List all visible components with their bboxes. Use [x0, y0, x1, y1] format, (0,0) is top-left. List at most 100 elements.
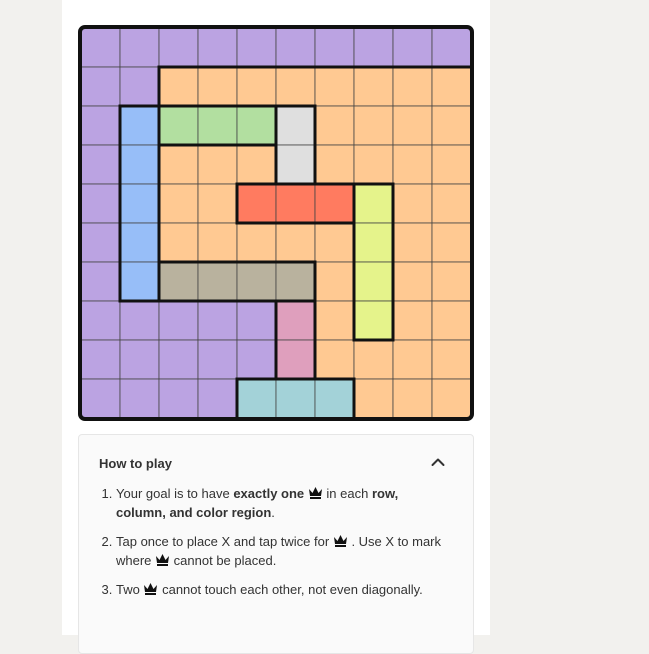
board-cell[interactable] — [158, 27, 199, 68]
board-cell[interactable] — [275, 27, 316, 68]
board-cell[interactable] — [119, 183, 160, 224]
board-cell[interactable] — [197, 339, 238, 380]
board-cell[interactable] — [431, 339, 472, 380]
board-cell[interactable] — [236, 339, 277, 380]
board-cell[interactable] — [80, 66, 121, 107]
board-cell[interactable] — [158, 66, 199, 107]
board-cell[interactable] — [275, 183, 316, 224]
board-cell[interactable] — [158, 300, 199, 341]
board-cell[interactable] — [314, 378, 355, 419]
board-cell[interactable] — [80, 183, 121, 224]
board-cell[interactable] — [431, 105, 472, 146]
board-cell[interactable] — [431, 66, 472, 107]
board-cell[interactable] — [392, 66, 433, 107]
board-cell[interactable] — [353, 339, 394, 380]
board-cell[interactable] — [392, 222, 433, 263]
board-cell[interactable] — [236, 261, 277, 302]
board-cell[interactable] — [197, 261, 238, 302]
board-cell[interactable] — [158, 222, 199, 263]
board-cell[interactable] — [236, 105, 277, 146]
board-cell[interactable] — [392, 300, 433, 341]
board-cell[interactable] — [158, 105, 199, 146]
board-cell[interactable] — [158, 378, 199, 419]
board-cell[interactable] — [431, 261, 472, 302]
board-cell[interactable] — [197, 66, 238, 107]
board-cell[interactable] — [119, 105, 160, 146]
board-cell[interactable] — [392, 339, 433, 380]
board-cell[interactable] — [314, 144, 355, 185]
board-cell[interactable] — [80, 339, 121, 380]
board-cell[interactable] — [158, 339, 199, 380]
board-cell[interactable] — [119, 222, 160, 263]
board-cell[interactable] — [158, 261, 199, 302]
board-cell[interactable] — [353, 66, 394, 107]
board-cell[interactable] — [275, 339, 316, 380]
board-cell[interactable] — [197, 183, 238, 224]
board-cell[interactable] — [236, 144, 277, 185]
board-cell[interactable] — [353, 261, 394, 302]
board-cell[interactable] — [314, 183, 355, 224]
board-cell[interactable] — [275, 144, 316, 185]
board-cell[interactable] — [431, 222, 472, 263]
board-cell[interactable] — [158, 144, 199, 185]
board-cell[interactable] — [80, 378, 121, 419]
queens-board[interactable] — [78, 25, 474, 421]
board-cell[interactable] — [80, 27, 121, 68]
board-cell[interactable] — [197, 144, 238, 185]
board-cell[interactable] — [119, 261, 160, 302]
board-cell[interactable] — [431, 378, 472, 419]
board-cell[interactable] — [158, 183, 199, 224]
board-cell[interactable] — [314, 261, 355, 302]
board-cell[interactable] — [275, 222, 316, 263]
board-cell[interactable] — [80, 300, 121, 341]
board-cell[interactable] — [197, 222, 238, 263]
board-cell[interactable] — [197, 378, 238, 419]
board-cell[interactable] — [353, 27, 394, 68]
board-cell[interactable] — [431, 300, 472, 341]
board-cell[interactable] — [197, 27, 238, 68]
board-cell[interactable] — [392, 105, 433, 146]
board-cell[interactable] — [119, 300, 160, 341]
board-cell[interactable] — [353, 222, 394, 263]
board-cell[interactable] — [353, 300, 394, 341]
board-cell[interactable] — [314, 27, 355, 68]
board-cell[interactable] — [353, 144, 394, 185]
board-cell[interactable] — [119, 144, 160, 185]
board-cell[interactable] — [392, 144, 433, 185]
board-cell[interactable] — [119, 27, 160, 68]
board-cell[interactable] — [392, 27, 433, 68]
board-cell[interactable] — [314, 222, 355, 263]
board-cell[interactable] — [236, 66, 277, 107]
board-cell[interactable] — [119, 66, 160, 107]
board-cell[interactable] — [197, 105, 238, 146]
board-cell[interactable] — [392, 378, 433, 419]
board-cell[interactable] — [80, 105, 121, 146]
board-cell[interactable] — [80, 144, 121, 185]
board-cell[interactable] — [314, 300, 355, 341]
board-cell[interactable] — [275, 261, 316, 302]
board-cell[interactable] — [314, 105, 355, 146]
board-cell[interactable] — [275, 66, 316, 107]
board-cell[interactable] — [275, 105, 316, 146]
board-cell[interactable] — [80, 222, 121, 263]
board-cell[interactable] — [392, 183, 433, 224]
board-cell[interactable] — [392, 261, 433, 302]
board-cell[interactable] — [431, 144, 472, 185]
board-cell[interactable] — [236, 27, 277, 68]
board-cell[interactable] — [353, 105, 394, 146]
board-cell[interactable] — [236, 300, 277, 341]
board-cell[interactable] — [119, 378, 160, 419]
board-cell[interactable] — [119, 339, 160, 380]
board-cell[interactable] — [236, 222, 277, 263]
board-cell[interactable] — [236, 183, 277, 224]
board-cell[interactable] — [275, 378, 316, 419]
board-grid[interactable] — [78, 25, 474, 421]
board-cell[interactable] — [431, 183, 472, 224]
board-cell[interactable] — [353, 183, 394, 224]
board-cell[interactable] — [80, 261, 121, 302]
board-cell[interactable] — [353, 378, 394, 419]
board-cell[interactable] — [236, 378, 277, 419]
board-cell[interactable] — [314, 339, 355, 380]
board-cell[interactable] — [431, 27, 472, 68]
chevron-up-icon[interactable] — [431, 457, 445, 467]
